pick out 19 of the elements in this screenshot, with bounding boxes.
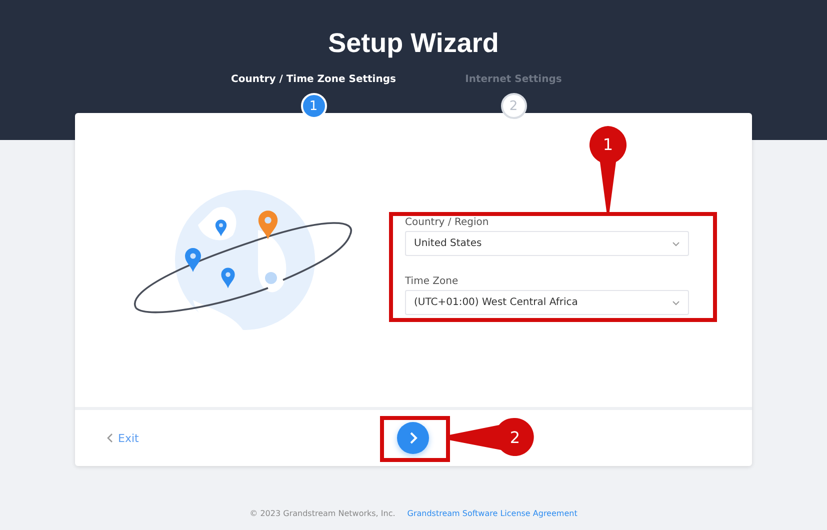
page-title: Setup Wizard — [328, 27, 499, 60]
step-label: Country / Time Zone Settings — [231, 74, 396, 85]
chevron-down-icon — [672, 300, 680, 306]
chevron-left-icon — [107, 433, 113, 443]
field-label: Time Zone — [405, 276, 460, 287]
chevron-right-icon — [408, 431, 418, 445]
highlight-frame — [380, 416, 450, 462]
next-button[interactable] — [397, 422, 429, 454]
callout-marker: 2 — [449, 416, 536, 458]
dropdown-field[interactable]: United States — [405, 231, 689, 256]
dropdown-field[interactable]: (UTC+01:00) West Central Africa — [405, 290, 689, 315]
exit-link[interactable]: Exit — [107, 432, 139, 444]
field-label: Country / Region — [405, 217, 490, 228]
step-indicator[interactable]: 1 — [300, 93, 326, 119]
chevron-down-icon — [672, 240, 680, 246]
step-indicator[interactable]: 2 — [500, 93, 526, 119]
step-label: Internet Settings — [465, 74, 562, 85]
copyright-text: © 2023 Grandstream Networks, Inc. — [250, 509, 396, 518]
license-link[interactable]: Grandstream Software License Agreement — [407, 509, 578, 518]
